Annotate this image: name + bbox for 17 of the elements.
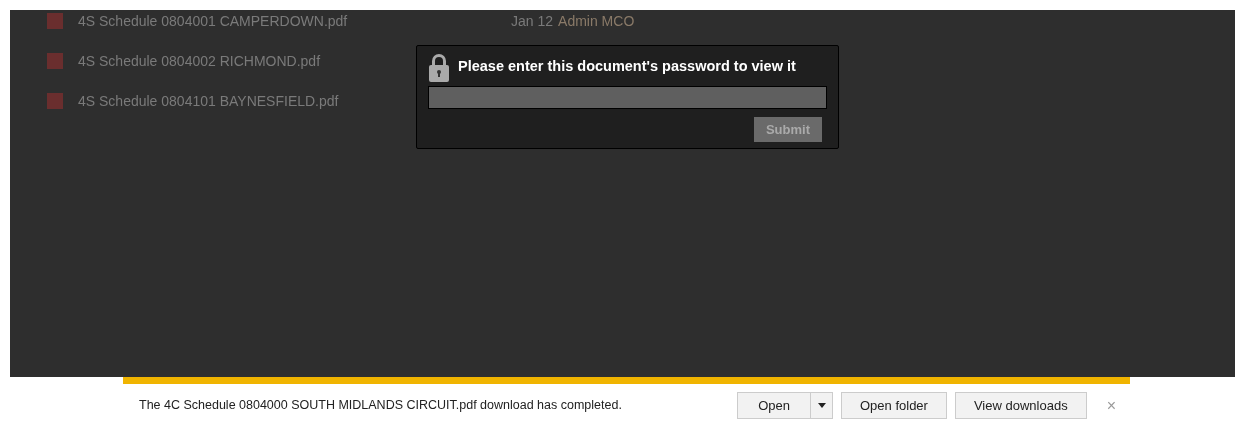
open-button[interactable]: Open — [737, 392, 811, 419]
submit-button[interactable]: Submit — [753, 117, 822, 142]
download-message: The 4C Schedule 0804000 SOUTH MIDLANDS CIRCUIT.pdf download has completed. — [139, 397, 622, 415]
password-field[interactable] — [428, 86, 827, 109]
padlock-icon — [428, 52, 450, 82]
pdf-file-icon — [47, 93, 63, 109]
pdf-file-icon — [47, 53, 63, 69]
caret-icon — [817, 403, 826, 408]
file-date: Jan 12 — [511, 11, 554, 31]
open-folder-button[interactable]: Open folder — [841, 392, 947, 419]
close-button[interactable]: × — [1102, 393, 1120, 418]
view-downloads-button[interactable]: View downloads — [954, 392, 1087, 419]
file-author: Admin MCO — [558, 11, 635, 31]
dropdown-button[interactable] — [811, 392, 833, 419]
file-name[interactable]: 4S Schedule 0804001 CAMPERDOWN.pdf — [78, 10, 478, 32]
pdf-file-icon — [47, 13, 63, 29]
dialog-title: Please enter this document's password to view it — [458, 57, 796, 77]
